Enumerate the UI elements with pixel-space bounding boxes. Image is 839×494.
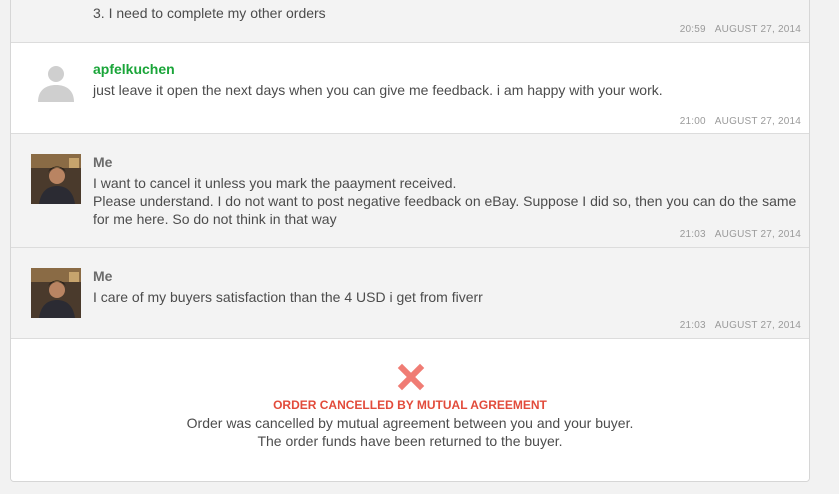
message-timestamp: 21:03 AUGUST 27, 2014 [674,229,801,240]
message-text: I care of my buyers satisfaction than th… [93,289,483,305]
user-avatar [31,268,81,318]
cancel-refund-note: The order funds have been returned to th… [257,433,563,449]
message-time: 21:00 [679,116,706,127]
sender-name[interactable]: apfelkuchen [93,61,175,77]
message-date: AUGUST 27, 2014 [714,229,801,240]
message-time: 21:03 [679,320,706,331]
sender-name: Me [93,268,113,284]
close-x-icon [397,363,425,391]
message-timestamp: 20:59 AUGUST 27, 2014 [674,24,801,35]
message-line: Please understand. I do not want to post… [93,193,797,227]
message-time: 21:03 [679,229,706,240]
order-cancelled-notice: ORDER CANCELLED BY MUTUAL AGREEMENT Orde… [11,339,809,481]
message-item: 3. I need to complete my other orders 20… [11,0,809,43]
message-text: just leave it open the next days when yo… [93,82,663,98]
message-item: Me I want to cancel it unless you mark t… [11,134,809,248]
message-date: AUGUST 27, 2014 [714,116,801,127]
message-timestamp: 21:03 AUGUST 27, 2014 [674,320,801,331]
conversation-panel: 3. I need to complete my other orders 20… [10,0,810,482]
message-text: I want to cancel it unless you mark the … [93,174,801,228]
message-text: 3. I need to complete my other orders [93,5,326,21]
message-item: apfelkuchen just leave it open the next … [11,43,809,134]
message-date: AUGUST 27, 2014 [714,24,801,35]
message-item: Me I care of my buyers satisfaction than… [11,248,809,339]
message-timestamp: 21:00 AUGUST 27, 2014 [674,116,801,127]
user-avatar [31,154,81,204]
message-date: AUGUST 27, 2014 [714,320,801,331]
message-time: 20:59 [679,24,706,35]
cancel-description: Order was cancelled by mutual agreement … [186,415,634,431]
default-avatar-icon [38,66,74,102]
message-line: I want to cancel it unless you mark the … [93,175,457,191]
cancel-title: ORDER CANCELLED BY MUTUAL AGREEMENT [273,398,547,412]
sender-name: Me [93,154,113,170]
